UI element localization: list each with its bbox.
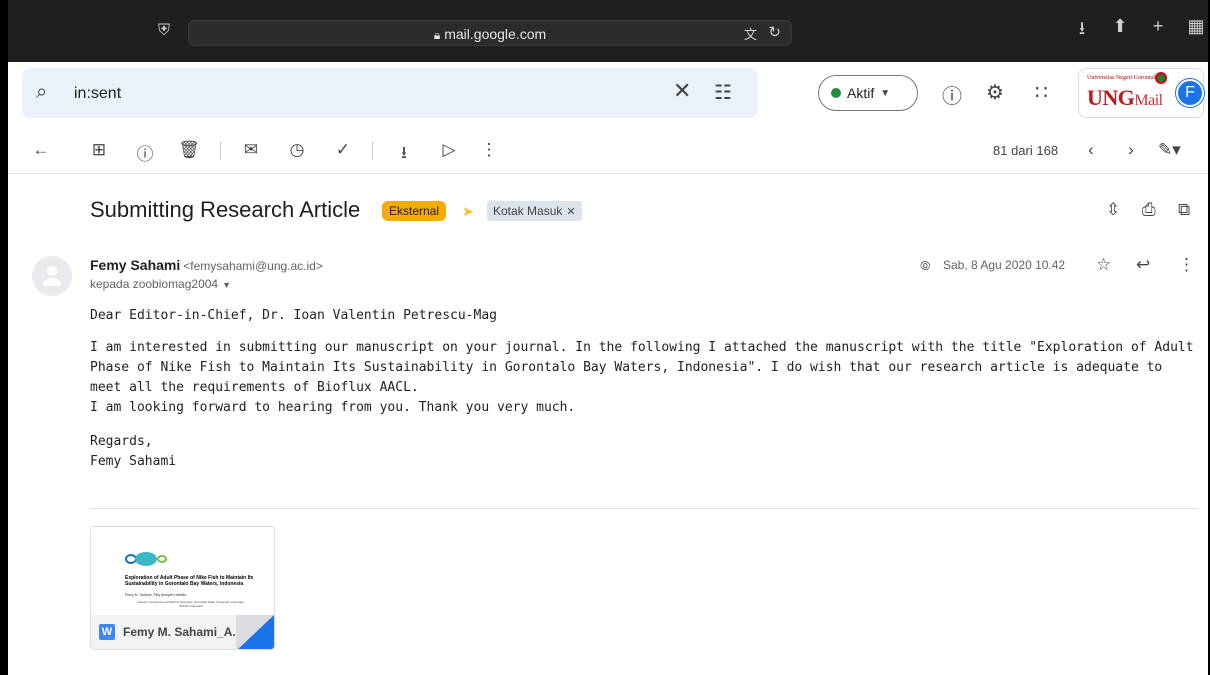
help-icon[interactable]: ⓘ — [942, 80, 962, 109]
input-tools-icon[interactable]: ✎▾ — [1158, 140, 1181, 160]
preview-authors: Femy M. Sahami, Sitty Ainsyah Habibie — [125, 593, 187, 597]
url-display[interactable]: 🔒︎ mail.google.com — [189, 26, 791, 43]
move-to-icon[interactable]: ⭳ — [393, 140, 415, 169]
more-options-icon[interactable]: ⋮ — [478, 140, 500, 160]
url-text: mail.google.com — [444, 26, 547, 42]
report-spam-icon[interactable]: ⓘ — [134, 140, 156, 165]
label-inbox[interactable]: Kotak Masuk ✕ — [487, 201, 582, 221]
search-options-icon[interactable]: ☷ — [714, 80, 732, 105]
gmail-window: ⛨ 🔒︎mail.google.com 文 ↻ ⭳ ⬆ + ▦ ⌕ ✕ ☷ Ak… — [0, 0, 1210, 675]
star-icon[interactable]: ☆ — [1096, 255, 1111, 275]
email-body: Dear Editor-in-Chief, Dr. Ioan Valentin … — [90, 306, 1200, 472]
word-document-icon: W — [99, 624, 115, 640]
email-salutation: Dear Editor-in-Chief, Dr. Ioan Valentin … — [90, 308, 497, 323]
expand-all-icon[interactable]: ⇳ — [1106, 200, 1120, 220]
reload-icon[interactable]: ↻ — [768, 23, 781, 41]
label-icon[interactable]: ▷ — [438, 140, 460, 160]
importance-marker-icon[interactable]: ➤ — [462, 203, 474, 220]
lock-icon: 🔒︎ — [433, 28, 441, 42]
email-signature: Femy Sahami — [90, 454, 177, 469]
journal-logo-icon — [125, 551, 173, 567]
email-date: Sab, 8 Agu 2020 10.42 — [943, 258, 1066, 272]
email-closing-block: Regards, Femy Sahami — [90, 432, 1200, 472]
email-paragraph: I am interested in submitting our manusc… — [90, 340, 1194, 395]
pagination-count: 81 dari 168 — [993, 143, 1059, 158]
preview-affiliation: Faculty of Fisheries and Marine Sciences… — [137, 600, 245, 608]
attachments-divider — [90, 508, 1198, 509]
search-bar[interactable]: ⌕ ✕ ☷ — [22, 68, 758, 118]
new-tab-icon[interactable]: + — [1146, 16, 1170, 46]
open-new-window-icon[interactable]: ⧉ — [1178, 200, 1190, 220]
person-icon — [47, 266, 57, 276]
label-eksternal[interactable]: Eksternal — [382, 201, 447, 221]
add-to-tasks-icon[interactable]: ✓ — [332, 140, 354, 160]
account-avatar[interactable]: F — [1176, 79, 1204, 107]
message-toolbar: ← ⊞ ⓘ 🗑︎ ✉ ◷ ✓ ⭳ ▷ ⋮ 81 dari 168 ‹ › ✎▾ — [8, 126, 1208, 174]
status-label: Aktif — [847, 85, 875, 101]
share-icon[interactable]: ⬆ — [1108, 16, 1132, 46]
logo-university-text: Universitas Negeri Gorontalo — [1087, 75, 1158, 81]
sender-avatar[interactable] — [32, 256, 72, 296]
email-paragraph: I am looking forward to hearing from you… — [90, 400, 576, 415]
search-input[interactable] — [74, 83, 634, 105]
attachment-file-name: Femy M. Sahami_A... — [123, 625, 243, 639]
sender-name[interactable]: Femy Sahami — [90, 257, 180, 273]
tab-overview-icon[interactable]: ▦ — [1184, 16, 1208, 46]
older-chevron-icon[interactable]: › — [1120, 140, 1142, 160]
remove-label-icon[interactable]: ✕ — [566, 206, 575, 218]
search-icon[interactable]: ⌕ — [36, 81, 47, 104]
recipient-text: kepada zoobiomag2004 — [90, 277, 219, 291]
email-closing: Regards, — [90, 434, 153, 449]
attachment-clip-icon: ⦾ — [920, 258, 931, 273]
recipient-details-caret-icon[interactable]: ▼ — [222, 280, 231, 290]
email-subject: Submitting Research Article — [90, 197, 361, 222]
status-dot-icon — [831, 88, 841, 98]
recipient-info[interactable]: kepada zoobiomag2004 ▼ — [90, 277, 231, 291]
browser-toolbar: ⛨ 🔒︎ mail.google.com 文 ↻ ⭳ ⬆ + ▦ — [8, 0, 1208, 62]
mark-unread-icon[interactable]: ✉ — [240, 140, 262, 160]
message-more-icon[interactable]: ⋮ — [1178, 255, 1195, 275]
doc-type-corner — [236, 615, 274, 649]
back-arrow-icon[interactable]: ← — [30, 140, 52, 160]
archive-icon[interactable]: ⊞ — [88, 140, 110, 160]
reply-icon[interactable]: ↩ — [1136, 255, 1150, 275]
gmail-header: ⌕ ✕ ☷ Aktif ▼ ⓘ ⚙ ∷ Universitas Negeri G… — [8, 62, 1208, 126]
university-emblem-icon — [1155, 72, 1167, 84]
address-bar[interactable]: 🔒︎ mail.google.com 文 ↻ — [188, 20, 792, 46]
logo-brand: UNGMail — [1087, 85, 1163, 110]
sender-email: <femysahami@ung.ac.id> — [183, 259, 323, 273]
browser-actions: ⭳ ⬆ + ▦ — [1070, 16, 1208, 46]
sender-info: Femy Sahami <femysahami@ung.ac.id> — [90, 257, 323, 273]
toolbar-divider — [220, 142, 221, 160]
snooze-icon[interactable]: ◷ — [286, 140, 308, 160]
privacy-shield-icon[interactable]: ⛨ — [158, 22, 170, 40]
caret-down-icon: ▼ — [880, 87, 891, 99]
toolbar-divider — [372, 142, 373, 160]
downloads-icon[interactable]: ⭳ — [1070, 16, 1094, 46]
translate-icon[interactable]: 文 — [744, 24, 757, 43]
preview-title: Exploration of Adult Phase of Nike Fish … — [125, 575, 254, 587]
apps-grid-icon[interactable]: ∷ — [1035, 80, 1048, 105]
status-dropdown[interactable]: Aktif ▼ — [818, 75, 918, 111]
attachment-card[interactable]: Exploration of Adult Phase of Nike Fish … — [90, 526, 275, 650]
attachment-preview[interactable]: Exploration of Adult Phase of Nike Fish … — [91, 527, 274, 615]
clear-search-icon[interactable]: ✕ — [673, 78, 691, 104]
settings-gear-icon[interactable]: ⚙ — [986, 80, 1004, 105]
delete-icon[interactable]: 🗑︎ — [178, 140, 200, 160]
newer-chevron-icon[interactable]: ‹ — [1080, 140, 1102, 160]
print-icon[interactable]: ⎙ — [1142, 200, 1156, 220]
